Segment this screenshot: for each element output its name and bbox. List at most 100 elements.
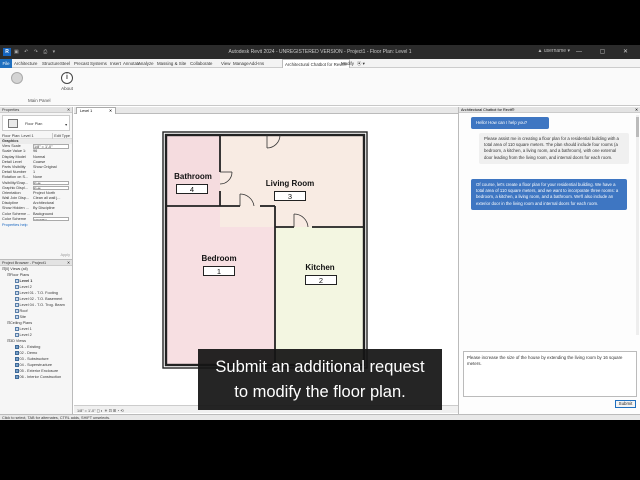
type-selector[interactable]: Floor Plan ▾: [2, 115, 70, 131]
browser-node-label: Level 01 - T.O. Footing: [19, 291, 58, 295]
tab-modify[interactable]: Modify: [341, 61, 354, 66]
about-button[interactable]: i About: [56, 72, 78, 91]
chatbot-button[interactable]: [6, 72, 28, 86]
tab-manage[interactable]: Manage: [233, 61, 249, 66]
tab-add-ins[interactable]: Add-Ins: [249, 61, 264, 66]
3d-view-icon: [15, 345, 19, 349]
tab-massing-site[interactable]: Massing & Site: [157, 61, 186, 66]
view-scale[interactable]: 1/8" = 1'-0" ◻ ◐ ☀ ⊡ ⊞ ◔ ⟲: [77, 408, 124, 413]
browser-node-label: Ceiling Plans: [10, 321, 33, 325]
close-icon[interactable]: ✕: [635, 107, 638, 113]
status-bar: Click to select, TAB for alternates, CTR…: [0, 414, 640, 420]
type-name: Floor Plan: [25, 122, 43, 126]
tab-insert[interactable]: Insert: [110, 61, 121, 66]
browser-node-label: Level 04 - T.O. Trog. Beam: [19, 303, 65, 307]
tab-[interactable]: ⦿ ▾: [357, 61, 365, 67]
browser-node-label: Level 02 - T.O. Basement: [19, 297, 63, 301]
property-key: Color Scheme: [2, 216, 27, 221]
3d-view-icon: [15, 357, 19, 361]
room-tag-bathroom[interactable]: 4: [176, 184, 208, 194]
browser-node-label: Level 2: [19, 285, 32, 289]
room-tag-bedroom[interactable]: 1: [203, 266, 235, 276]
browser-node[interactable]: 06 - Interior Construction: [0, 374, 72, 380]
3d-view-icon: [15, 351, 19, 355]
ribbon-tab-bar: File Architecture Structure Steel Precast Sys…: [0, 59, 640, 68]
room-tag-kitchen[interactable]: 2: [305, 275, 337, 285]
room-kitchen-fill: [275, 227, 364, 365]
caption-overlay: Submit an additional request to modify t…: [198, 349, 442, 410]
tab-level-1[interactable]: Level 1 ✕: [76, 107, 116, 114]
title-bar: R ▣ ↶ ↷ ⎙ ▾ Autodesk Revit 2024 - UNREGI…: [0, 45, 640, 59]
browser-node-label: 3D Views: [10, 339, 26, 343]
room-tag-living-room[interactable]: 3: [274, 191, 306, 201]
tab-structure[interactable]: Structure: [42, 61, 60, 66]
edit-type-button[interactable]: Edit Type: [52, 133, 70, 139]
browser-node-label: 02 - Demo: [19, 351, 38, 355]
plan-view-icon: [15, 303, 19, 307]
plan-view-icon: [15, 333, 19, 337]
property-row[interactable]: Color Scheme <none>: [0, 216, 72, 222]
browser-node-label: 06 - Interior Construction: [19, 375, 62, 379]
browser-node-label: 03 - Substructure: [19, 357, 49, 361]
3d-view-icon: [15, 363, 19, 367]
apply-button[interactable]: Apply: [61, 253, 71, 257]
tab-systems[interactable]: Systems: [90, 61, 107, 66]
browser-node-label: Roof: [19, 309, 28, 313]
tab-file[interactable]: File: [0, 59, 12, 68]
floor-plan-icon: [8, 119, 18, 128]
chat-scrollbar[interactable]: [636, 115, 639, 335]
submit-button[interactable]: Submit: [615, 400, 636, 408]
browser-node-label: Site: [19, 315, 27, 319]
chevron-down-icon: ▾: [65, 123, 67, 127]
window-controls[interactable]: — ▢ ✕: [576, 48, 636, 55]
properties-help-link[interactable]: Properties help: [0, 223, 72, 227]
tab-steel[interactable]: Steel: [60, 61, 70, 66]
tab-view[interactable]: View: [221, 61, 230, 66]
3d-view-icon: [15, 369, 19, 373]
plan-view-icon: [15, 315, 19, 319]
tab-precast[interactable]: Precast: [74, 61, 89, 66]
room-name-bathroom: Bathroom: [174, 172, 212, 181]
plan-view-icon: [15, 309, 19, 313]
ribbon-panel-label: Main Panel: [28, 98, 51, 103]
property-value[interactable]: Edit...: [33, 185, 69, 191]
plan-view-icon: [15, 297, 19, 301]
property-value[interactable]: 1/8" = 1'-0": [33, 144, 69, 149]
close-icon[interactable]: ✕: [67, 107, 70, 113]
tab-architecture[interactable]: Architecture: [14, 61, 37, 66]
tab-architectural-chatbot-for-revit[interactable]: Architectural Chatbot for Revit®: [282, 59, 350, 68]
project-browser: Project Browser - Project1 ✕ ⊟[0] Views (…: [0, 259, 73, 414]
properties-title: Properties: [2, 108, 20, 112]
plan-view-icon: [15, 279, 19, 283]
plan-view-icon: [15, 285, 19, 289]
user-menu[interactable]: ▲ username ▾: [538, 48, 570, 54]
chat-message-bot: Of course, let's create a floor plan for…: [471, 179, 627, 210]
browser-node-label: 04 - Superstructure: [19, 363, 53, 367]
browser-node-label: Level 1: [19, 327, 32, 331]
chat-message-bot: Hello! How can I help you?: [471, 117, 549, 130]
browser-node-label: 05 - Exterior Enclosure: [19, 369, 59, 373]
chatbot-panel: Architectural Chatbot for Revit® ✕ Hello!…: [458, 107, 640, 414]
plan-view-icon: [15, 327, 19, 331]
browser-node-label: [0] Views (all): [5, 267, 28, 271]
browser-tree: ⊟[0] Views (all) ⊟Floor Plans Level 1 Level…: [0, 266, 72, 380]
property-value[interactable]: <none>: [33, 216, 69, 222]
browser-node-label: Level 1: [19, 279, 33, 283]
tab-label: Level 1: [80, 109, 93, 113]
browser-node-label: Level 2: [19, 333, 32, 337]
plan-view-icon: [15, 291, 19, 295]
3d-view-icon: [15, 375, 19, 379]
property-value[interactable]: Edit...: [33, 180, 69, 185]
properties-palette: Properties ✕ Floor Plan ▾ Floor Plan: Lev…: [0, 107, 73, 259]
tab-collaborate[interactable]: Collaborate: [190, 61, 212, 66]
room-name-kitchen: Kitchen: [305, 263, 335, 272]
chatbot-title: Architectural Chatbot for Revit®: [461, 108, 515, 112]
chat-input[interactable]: [463, 351, 637, 397]
browser-node-label: Floor Plans: [10, 273, 30, 277]
scrollbar-thumb[interactable]: [636, 117, 639, 137]
tab-analyze[interactable]: Analyze: [138, 61, 154, 66]
view-tab-bar: Level 1 ✕: [74, 107, 458, 114]
room-bathroom-fill: [166, 135, 220, 206]
close-icon[interactable]: ✕: [67, 260, 70, 266]
chatbot-icon: [11, 72, 23, 84]
